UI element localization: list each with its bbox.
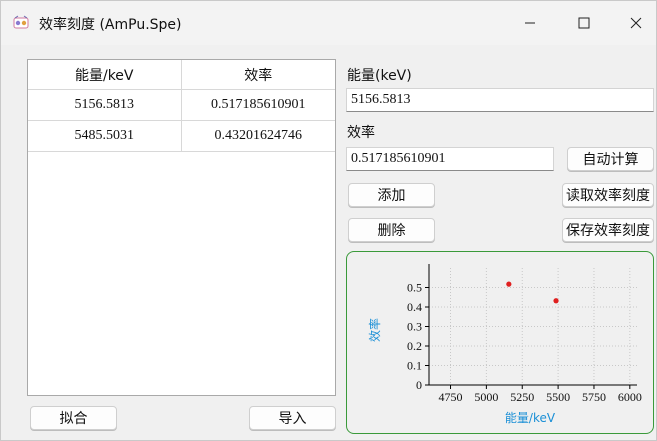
window-title: 效率刻度 (AmPu.Spe) [39,17,182,33]
energy-input[interactable]: 5156.5813 [346,88,654,112]
table-header: 能量/keV 效率 [28,60,335,90]
maximize-icon [578,17,590,29]
title-bar[interactable]: 效率刻度 (AmPu.Spe) [1,1,656,45]
y-tick-label: 0 [416,378,422,392]
delete-button[interactable]: 删除 [348,218,435,242]
read-calibration-button[interactable]: 读取效率刻度 [562,183,654,207]
y-tick-label: 0.5 [407,281,422,295]
x-tick-label: 5000 [474,390,498,404]
energy-label: 能量(keV) [347,68,412,84]
efficiency-chart: 4750 5000 5250 5500 5750 6000 0 0.1 0.2 0.3 0.4 0.5… [367,264,642,425]
save-calibration-button[interactable]: 保存效率刻度 [562,218,654,242]
data-point [553,298,559,304]
minimize-button[interactable] [507,1,553,45]
auto-calculate-button[interactable]: 自动计算 [567,147,654,171]
data-point [506,281,512,287]
y-tick-label: 0.4 [407,300,422,314]
y-tick-label: 0.2 [407,339,422,353]
close-icon [630,17,642,29]
fit-button[interactable]: 拟合 [30,406,117,430]
efficiency-calibration-window: 效率刻度 (AmPu.Spe) 能量/keV 效率 5156.5813 0.51… [0,0,657,441]
table-row[interactable]: 5156.5813 0.517185610901 [28,90,335,121]
cell-energy[interactable]: 5485.5031 [28,121,182,151]
x-tick-label: 5500 [546,390,570,404]
y-tick-label: 0.3 [407,320,422,334]
x-tick-label: 6000 [618,390,642,404]
x-axis-label: 能量/keV [505,411,556,425]
cell-energy[interactable]: 5156.5813 [28,90,182,120]
x-tick-label: 5750 [582,390,606,404]
app-icon [13,15,29,31]
y-tick-label: 0.1 [407,359,422,373]
add-button[interactable]: 添加 [348,183,435,207]
close-button[interactable] [613,1,657,45]
efficiency-label: 效率 [347,125,375,141]
table-row[interactable]: 5485.5031 0.43201624746 [28,121,335,152]
cell-efficiency[interactable]: 0.517185610901 [182,90,336,120]
import-button[interactable]: 导入 [249,406,336,430]
efficiency-plot[interactable]: 4750 5000 5250 5500 5750 6000 0 0.1 0.2 0.3 0.4 0.5… [346,251,654,434]
column-header-efficiency[interactable]: 效率 [182,60,336,89]
maximize-button[interactable] [561,1,607,45]
x-tick-label: 5250 [510,390,534,404]
minimize-icon [525,22,535,24]
efficiency-input[interactable]: 0.517185610901 [346,147,554,171]
column-header-energy[interactable]: 能量/keV [28,60,182,89]
cell-efficiency[interactable]: 0.43201624746 [182,121,336,151]
calibration-table[interactable]: 能量/keV 效率 5156.5813 0.517185610901 5485.… [27,59,336,396]
x-tick-label: 4750 [439,390,463,404]
y-axis-label: 效率 [367,318,382,342]
